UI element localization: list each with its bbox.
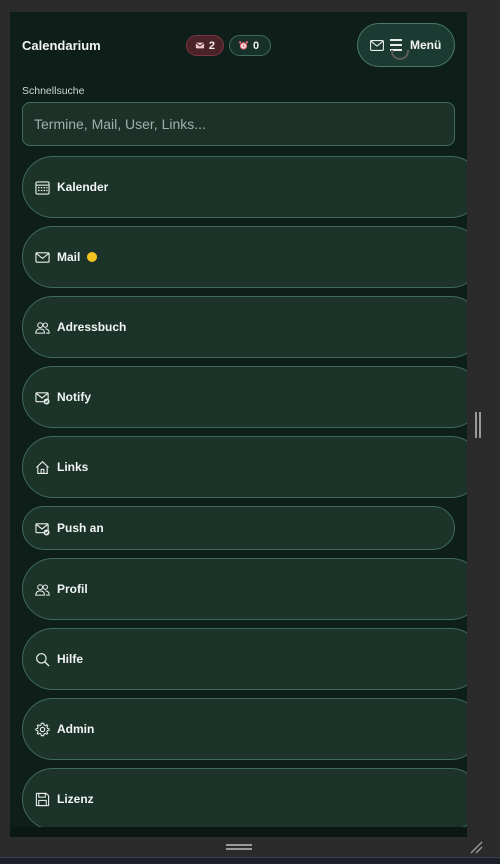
home-icon — [35, 460, 50, 475]
app-window: Calendarium 2 0 Menü Schnellsuche Termin… — [10, 12, 467, 827]
nav-item-label: Mail — [57, 250, 81, 264]
nav-item-label: Admin — [57, 722, 95, 736]
nav-item-label: Push an — [57, 521, 104, 535]
resize-grip-icon[interactable] — [469, 840, 483, 854]
nav-item-label: Lizenz — [57, 792, 94, 806]
alarm-count-badge[interactable]: 0 — [229, 35, 271, 56]
menu-button[interactable]: Menü — [357, 23, 455, 67]
search-icon — [35, 652, 50, 667]
nav-item-links[interactable]: Links — [22, 436, 467, 498]
unread-indicator-dot — [87, 252, 98, 262]
nav-item-kalender[interactable]: Kalender — [22, 156, 467, 218]
nav-item-label: Notify — [57, 390, 91, 404]
nav-item-label: Profil — [57, 582, 88, 596]
calendar-icon — [35, 180, 50, 195]
nav-item-mail[interactable]: Mail — [22, 226, 467, 288]
envelope-icon — [370, 39, 384, 51]
envelope-icon — [35, 250, 50, 265]
alarm-clock-icon — [238, 41, 249, 50]
save-icon — [35, 792, 50, 807]
nav-item-profil[interactable]: Profil — [22, 558, 467, 620]
nav-item-label: Adressbuch — [57, 320, 127, 334]
window-bottom-bar — [0, 857, 500, 864]
users-icon — [35, 582, 50, 597]
envelope-icon — [195, 42, 205, 49]
app-title: Calendarium — [22, 38, 101, 53]
search-label: Schnellsuche — [22, 85, 85, 97]
search-input[interactable] — [22, 102, 455, 146]
app-footer-strip — [10, 827, 467, 837]
nav-item-adressbuch[interactable]: Adressbuch — [22, 296, 467, 358]
loading-spinner-icon — [391, 50, 409, 60]
alarm-count: 0 — [253, 39, 260, 52]
mail-count-badge[interactable]: 2 — [186, 35, 224, 56]
mail-count: 2 — [208, 39, 215, 52]
menu-label: Menü — [410, 38, 442, 52]
top-bar: Calendarium 2 0 Menü — [10, 12, 467, 82]
envelope-check-icon — [35, 390, 50, 405]
horizontal-drag-handle[interactable] — [226, 844, 252, 850]
users-icon — [35, 320, 50, 335]
nav-item-label: Hilfe — [57, 652, 84, 666]
gear-icon — [35, 722, 50, 737]
nav-item-notify[interactable]: Notify — [22, 366, 467, 428]
nav-item-hilfe[interactable]: Hilfe — [22, 628, 467, 690]
nav-item-admin[interactable]: Admin — [22, 698, 467, 760]
nav-item-push-an[interactable]: Push an — [22, 506, 455, 550]
vertical-splitter-handle[interactable] — [475, 412, 481, 438]
envelope-check-icon — [35, 521, 50, 536]
nav-item-label: Links — [57, 460, 89, 474]
nav-item-label: Kalender — [57, 180, 109, 194]
nav-item-lizenz[interactable]: Lizenz — [22, 768, 467, 827]
